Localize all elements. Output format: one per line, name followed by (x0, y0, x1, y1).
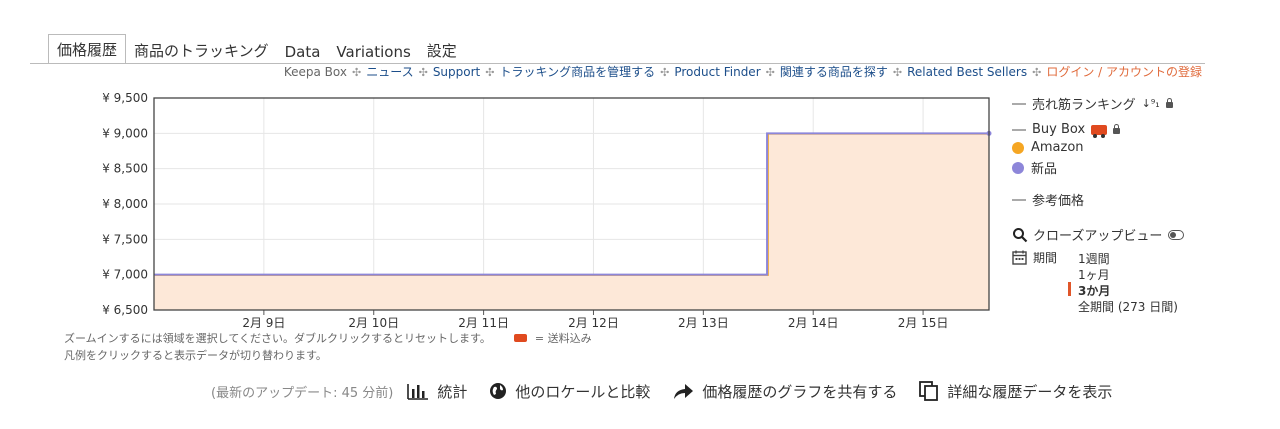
x-tick-label: 2月 9日 (242, 316, 285, 330)
x-tick-label: 2月 12日 (568, 316, 619, 330)
zoom-hint: ズームインするには領域を選択してください。ダブルクリックするとリセットします。 … (64, 330, 592, 346)
bar-chart-icon (407, 384, 429, 400)
last-updated: (最新のアップデート: 45 分前) (211, 385, 394, 401)
globe-icon (490, 383, 507, 399)
legend-buy-box-label: Buy Box (1032, 122, 1086, 137)
share-graph-label: 価格履歴のグラフを共有する (702, 382, 898, 401)
compare-locales-label: 他のロケールと比較 (515, 382, 651, 401)
footer-actions: (最新のアップデート: 45 分前) 統計 他のロケールと比較 価格履歴のグラフ… (211, 380, 1134, 402)
legend-amazon[interactable]: Amazon (1012, 140, 1084, 155)
legend-reference-price-label: 参考価格 (1032, 194, 1085, 209)
range-3-months[interactable]: 3か月 (1078, 282, 1110, 299)
x-tick-label: 2月 10日 (348, 316, 399, 330)
legend-new-label: 新品 (1031, 162, 1058, 177)
x-tick-label: 2月 14日 (788, 316, 839, 330)
new-dot-icon (1012, 161, 1024, 174)
lock-icon (1165, 97, 1173, 108)
shipping-hint-text: = 送料込み (534, 332, 592, 345)
statistics-button[interactable]: 統計 (407, 381, 467, 402)
lock-icon (1113, 123, 1121, 134)
dash-icon (1012, 198, 1026, 201)
statistics-label: 統計 (437, 382, 468, 401)
range-all-time[interactable]: 全期間 (273 日間) (1078, 298, 1178, 315)
legend-sales-rank-label: 売れ筋ランキング (1032, 98, 1136, 113)
selected-range-indicator (1068, 282, 1071, 296)
dash-icon (1012, 102, 1026, 105)
legend-amazon-label: Amazon (1031, 140, 1084, 155)
amazon-price-area (154, 133, 989, 310)
y-tick-label: ¥ 7,000 (102, 268, 148, 282)
amazon-dot-icon (1012, 141, 1024, 154)
y-tick-label: ¥ 6,500 (102, 303, 148, 317)
dash-icon (1012, 128, 1026, 131)
compare-locales-button[interactable]: 他のロケールと比較 (489, 381, 650, 402)
period-label: 期間 (1033, 251, 1058, 265)
legend-click-hint: 凡例をクリックすると表示データが切り替わります。 (64, 349, 327, 362)
view-details-label: 詳細な履歴データを表示 (947, 382, 1113, 401)
y-tick-label: ¥ 9,500 (102, 91, 148, 105)
range-1-month[interactable]: 1ヶ月 (1078, 266, 1110, 283)
legend-sales-rank[interactable]: 売れ筋ランキング ↓⁹₁ (1012, 94, 1173, 113)
closeup-toggle[interactable]: クローズアップビュー (1012, 225, 1185, 244)
share-arrow-icon (674, 384, 694, 399)
period-label-row: 期間 (1012, 249, 1057, 266)
search-icon (1013, 227, 1028, 242)
calendar-icon (1012, 250, 1027, 265)
sort-icon: ↓⁹₁ (1141, 97, 1160, 110)
y-tick-label: ¥ 9,000 (102, 126, 148, 140)
login-link[interactable]: ログイン / アカウントの登録 (1046, 65, 1202, 79)
closeup-label: クローズアップビュー (1033, 229, 1163, 244)
price-history-chart[interactable]: ¥ 6,500 ¥ 7,000 ¥ 7,500 ¥ 8,000 ¥ 8,500 ¥ 9,0… (0, 0, 1000, 340)
y-tick-label: ¥ 7,500 (102, 232, 148, 246)
view-details-button[interactable]: 詳細な履歴データを表示 (919, 381, 1112, 402)
zoom-hint-text: ズームインするには領域を選択してください。ダブルクリックするとリセットします。 (64, 332, 491, 345)
x-tick-label: 2月 11日 (458, 316, 509, 330)
share-graph-button[interactable]: 価格履歴のグラフを共有する (672, 381, 897, 402)
range-1-week[interactable]: 1週間 (1078, 250, 1110, 267)
y-tick-label: ¥ 8,500 (102, 162, 148, 176)
truck-icon (1091, 124, 1108, 138)
x-tick-label: 2月 15日 (898, 316, 949, 330)
truck-icon (514, 334, 528, 342)
legend-buy-box[interactable]: Buy Box (1012, 122, 1121, 138)
legend-new[interactable]: 新品 (1012, 158, 1057, 177)
toggle-icon (1168, 229, 1185, 240)
separator-icon: ✣ (1032, 66, 1042, 79)
y-tick-label: ¥ 8,000 (102, 197, 148, 211)
copy-icon (919, 381, 939, 401)
x-tick-label: 2月 13日 (678, 316, 729, 330)
legend-reference-price[interactable]: 参考価格 (1012, 190, 1084, 209)
